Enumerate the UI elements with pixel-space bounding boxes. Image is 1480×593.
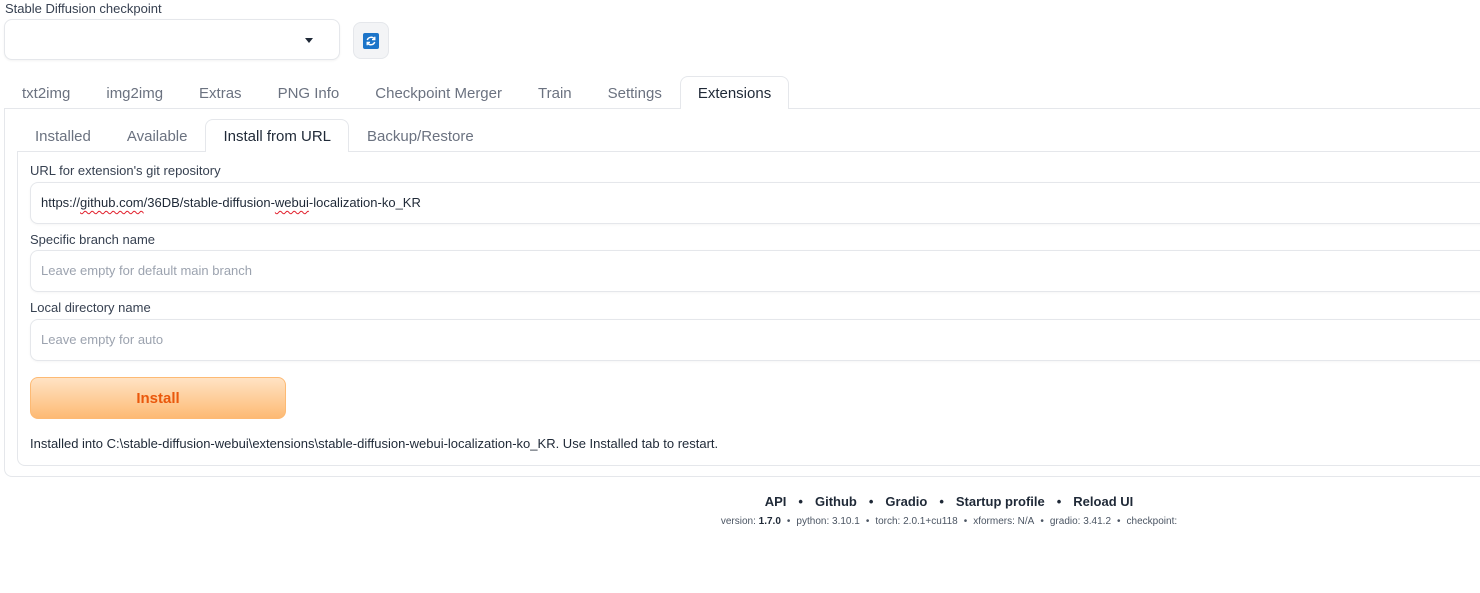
footer-link-gradio[interactable]: Gradio [885,494,927,509]
python-version: python: 3.10.1 [796,516,860,527]
branch-input[interactable]: Leave empty for default main branch [30,250,1480,292]
tab-settings[interactable]: Settings [590,76,680,109]
subtab-available[interactable]: Available [109,119,206,152]
extension-subtabs: Installed Available Install from URL Bac… [17,119,492,152]
checkpoint-label: Stable Diffusion checkpoint [5,1,162,16]
install-status-message: Installed into C:\stable-diffusion-webui… [30,436,719,451]
footer-link-api[interactable]: API [765,494,787,509]
chevron-down-icon [305,38,313,43]
url-text: https://github.com/36DB/stable-diffusion… [41,195,421,210]
checkpoint-version: checkpoint: [1126,516,1178,527]
tab-train[interactable]: Train [520,76,590,109]
tab-txt2img[interactable]: txt2img [4,76,88,109]
url-input[interactable]: https://github.com/36DB/stable-diffusion… [30,182,1480,224]
subtab-installed[interactable]: Installed [17,119,109,152]
tab-extensions[interactable]: Extensions [679,76,790,109]
gradio-version: gradio: 3.41.2 [1049,516,1112,527]
directory-label: Local directory name [30,300,151,315]
version-label: version: [720,516,756,527]
footer-link-reload-ui[interactable]: Reload UI [1073,494,1133,509]
refresh-icon [363,32,379,49]
main-tabs: txt2img img2img Extras PNG Info Checkpoi… [4,76,790,109]
footer-versions: version: 1.7.0 • python: 3.10.1 • torch: 2.0… [720,516,1178,527]
refresh-checkpoints-button[interactable] [353,22,389,59]
footer-link-github[interactable]: Github [815,494,857,509]
tab-png-info[interactable]: PNG Info [260,76,358,109]
tab-checkpoint-merger[interactable]: Checkpoint Merger [357,76,520,109]
install-button[interactable]: Install [30,377,286,419]
directory-input[interactable]: Leave empty for auto [30,319,1480,361]
subtab-backup-restore[interactable]: Backup/Restore [349,119,492,152]
xformers-version: xformers: N/A [973,516,1035,527]
tab-img2img[interactable]: img2img [88,76,181,109]
footer-link-startup-profile[interactable]: Startup profile [956,494,1045,509]
subtab-install-from-url[interactable]: Install from URL [205,119,350,152]
version-value: 1.7.0 [758,516,781,527]
footer-links: API • Github • Gradio • Startup profile • Reload… [764,494,1134,509]
url-label: URL for extension's git repository [30,163,221,178]
torch-version: torch: 2.0.1+cu118 [875,516,958,527]
checkpoint-dropdown[interactable] [4,19,340,60]
tab-extras[interactable]: Extras [181,76,260,109]
branch-label: Specific branch name [30,232,156,247]
